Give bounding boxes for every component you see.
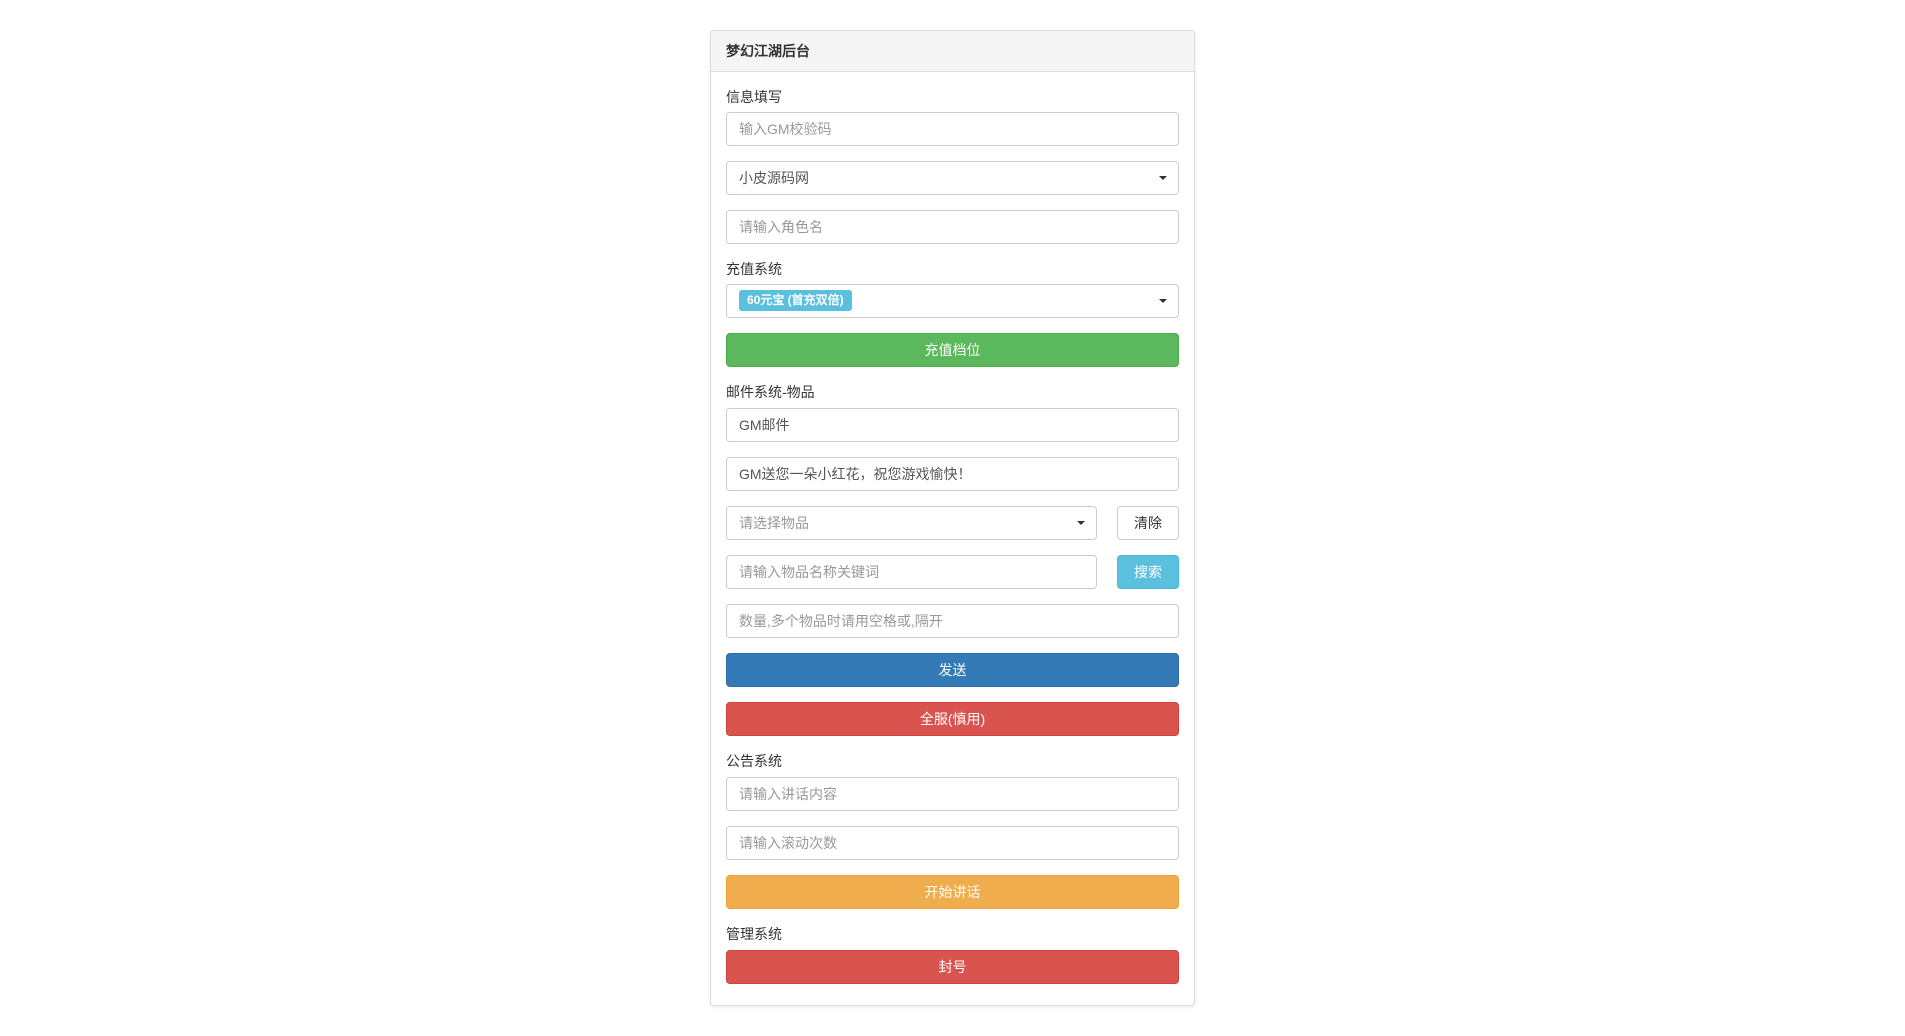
announce-scroll-input[interactable] [726,826,1179,860]
server-select[interactable]: 小皮源码网 [726,161,1179,195]
item-search-group: 搜索 [726,555,1179,589]
quantity-input[interactable] [726,604,1179,638]
announce-content-input[interactable] [726,777,1179,811]
mail-body-input[interactable] [726,457,1179,491]
announce-section-label: 公告系统 [726,751,1179,771]
recharge-tier-badge: 60元宝 (首充双倍) [739,290,852,311]
character-name-input[interactable] [726,210,1179,244]
item-select[interactable]: 请选择物品 [726,506,1097,540]
item-search-input[interactable] [726,555,1097,589]
item-select-placeholder: 请选择物品 [726,506,1097,540]
recharge-tier-container: 60元宝 (首充双倍) [726,284,1179,318]
info-section-label: 信息填写 [726,87,1179,107]
broadcast-button[interactable]: 全服(慎用) [726,702,1179,736]
send-button[interactable]: 发送 [726,653,1179,687]
admin-section-label: 管理系统 [726,924,1179,944]
search-button[interactable]: 搜索 [1117,555,1179,589]
mail-section-label: 邮件系统-物品 [726,382,1179,402]
start-announce-button[interactable]: 开始讲话 [726,875,1179,909]
panel-header: 梦幻江湖后台 [711,31,1194,72]
gm-code-input[interactable] [726,112,1179,146]
mail-subject-input[interactable] [726,408,1179,442]
recharge-section-label: 充值系统 [726,259,1179,279]
item-select-group: 请选择物品 清除 [726,506,1179,540]
panel-body: 信息填写 小皮源码网 充值系统 60元宝 (首充双倍) 充值档位 邮件系统-物品… [711,72,1194,1005]
recharge-tier-select[interactable]: 60元宝 (首充双倍) [726,284,1179,318]
ban-button[interactable]: 封号 [726,950,1179,984]
panel-title: 梦幻江湖后台 [726,41,1179,61]
recharge-button[interactable]: 充值档位 [726,333,1179,367]
clear-button[interactable]: 清除 [1117,506,1179,540]
server-select-value: 小皮源码网 [726,161,1179,195]
admin-panel: 梦幻江湖后台 信息填写 小皮源码网 充值系统 60元宝 (首充双倍) 充值档位 … [710,30,1195,1006]
